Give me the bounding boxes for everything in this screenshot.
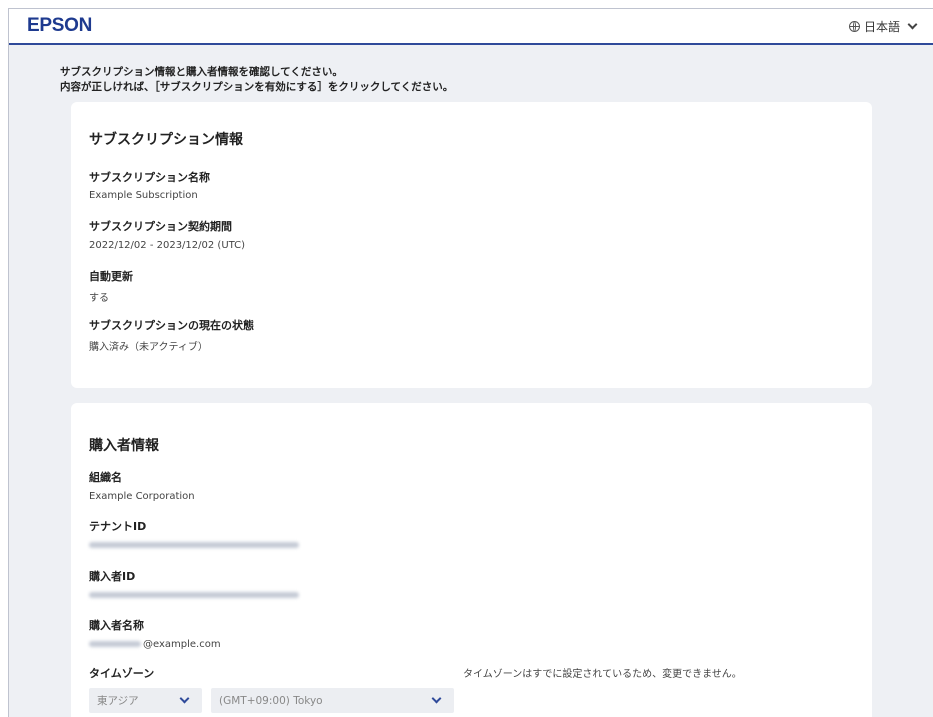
subscription-status-value: 購入済み（未アクティブ） [89, 342, 208, 353]
tenant-id-label: テナントID [89, 520, 147, 533]
timezone-region-value: 東アジア [97, 695, 139, 707]
auto-renew-label: 自動更新 [89, 270, 133, 283]
tenant-id-redacted [89, 542, 299, 548]
purchaser-id-label: 購入者ID [89, 570, 136, 583]
auto-renew-value: する [89, 293, 109, 304]
timezone-label: タイムゾーン [89, 667, 155, 680]
organization-value: Example Corporation [89, 491, 195, 502]
chevron-down-icon [431, 693, 442, 704]
subscription-info-title: サブスクリプション情報 [89, 132, 243, 148]
app-header: EPSON 日本語 [9, 9, 933, 45]
intro-line-1: サブスクリプション情報と購入者情報を確認してください。 [60, 66, 343, 78]
purchaser-email-domain: @example.com [143, 639, 221, 650]
organization-label: 組織名 [89, 471, 122, 484]
intro-line-2: 内容が正しければ、［サブスクリプションを有効にする］をクリックしてください。 [60, 81, 454, 93]
purchaser-id-redacted [89, 592, 299, 598]
intro-text: サブスクリプション情報と購入者情報を確認してください。 内容が正しければ、［サブ… [60, 65, 453, 95]
purchaser-name-value: @example.com [89, 639, 221, 650]
timezone-note: タイムゾーンはすでに設定されているため、変更できません。 [463, 669, 742, 680]
subscription-period-label: サブスクリプション契約期間 [89, 220, 232, 233]
language-label: 日本語 [863, 20, 900, 34]
subscription-period-value: 2022/12/02 - 2023/12/02 (UTC) [89, 240, 246, 251]
chevron-down-icon [179, 693, 190, 704]
globe-icon [848, 21, 860, 32]
epson-logo: EPSON [27, 15, 93, 36]
subscription-name-label: サブスクリプション名称 [89, 171, 210, 184]
purchaser-name-label: 購入者名称 [89, 619, 144, 632]
subscription-info-card: サブスクリプション情報 サブスクリプション名称 Example Subscrip… [71, 102, 872, 388]
purchaser-info-title: 購入者情報 [89, 438, 159, 454]
timezone-region-select[interactable]: 東アジア [89, 688, 202, 713]
language-selector[interactable]: 日本語 [848, 18, 918, 35]
timezone-zone-value: (GMT+09:00) Tokyo [219, 694, 323, 707]
subscription-status-label: サブスクリプションの現在の状態 [89, 319, 254, 332]
purchaser-name-redacted [89, 641, 141, 647]
browser-frame: EPSON 日本語 サブスクリプション情報と購入者情報を確認してください。 内容… [8, 8, 933, 717]
purchaser-info-card: 購入者情報 組織名 Example Corporation テナントID 購入者… [71, 403, 872, 717]
subscription-name-value: Example Subscription [89, 190, 198, 201]
timezone-zone-select[interactable]: (GMT+09:00) Tokyo [211, 688, 454, 713]
chevron-down-icon [907, 19, 918, 30]
